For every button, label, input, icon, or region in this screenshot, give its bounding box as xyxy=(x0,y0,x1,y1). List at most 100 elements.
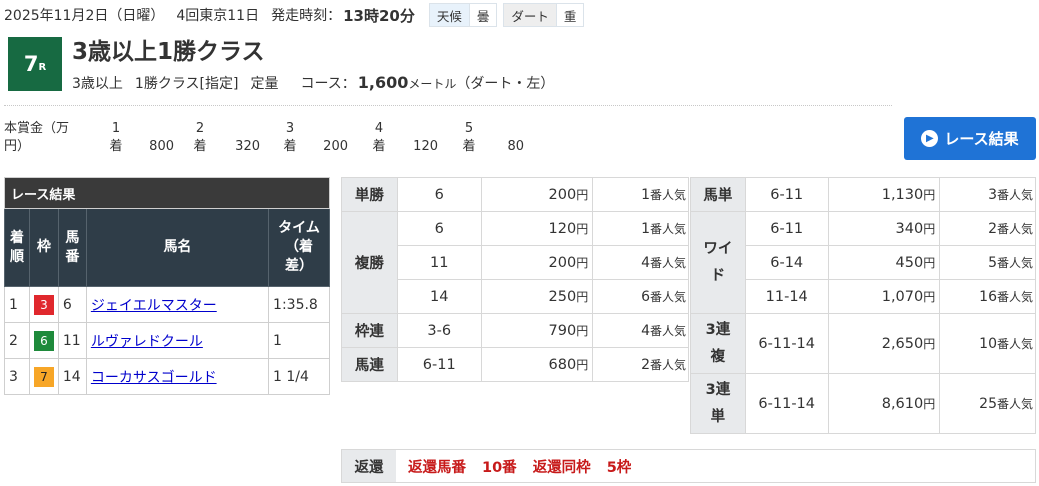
combination: 6-14 xyxy=(744,245,829,280)
payout: 790円 xyxy=(480,313,594,348)
prize-place-4: 4着 xyxy=(372,121,386,154)
results-caption: レース結果 xyxy=(4,177,330,209)
divider xyxy=(4,105,892,106)
payout: 200円 xyxy=(480,245,594,280)
waku-badge: 7 xyxy=(33,366,54,387)
margin: 1 xyxy=(268,322,330,359)
prize-amount-5: 80 xyxy=(507,139,524,154)
finish-time: 1:35.8 xyxy=(268,286,330,323)
combination: 6-11-14 xyxy=(744,373,829,434)
popularity: 3番人気 xyxy=(939,177,1036,212)
prize-amount-2: 320 xyxy=(235,139,260,154)
distance-unit: メートル xyxy=(408,77,457,91)
popularity: 6番人気 xyxy=(592,279,689,314)
prize-place-5: 5着 xyxy=(462,121,476,154)
col-horse-name: 馬名 xyxy=(85,208,270,287)
prize-place-2: 2着 xyxy=(193,121,207,154)
combination: 6-11 xyxy=(744,177,829,212)
race-class: 1勝クラス[指定] xyxy=(134,76,239,92)
refund-horse-value: 10番 xyxy=(482,459,517,476)
refund-horse-label: 返還馬番 xyxy=(408,459,466,476)
prize-place-3: 3着 xyxy=(283,121,297,154)
payout: 680円 xyxy=(480,347,594,382)
race-number-suffix: R xyxy=(38,62,47,73)
combination: 11-14 xyxy=(744,279,829,314)
post-time: 13時20分 xyxy=(343,6,415,25)
refund-label: 返還 xyxy=(342,450,396,482)
combination: 6 xyxy=(396,211,482,246)
prize-label-line2: 円） xyxy=(4,139,31,154)
race-date: 2025年11月2日（日曜） xyxy=(4,8,165,24)
horse-name-link[interactable]: コーカサスゴールド xyxy=(91,370,217,386)
race-number: 7 xyxy=(23,52,39,76)
race-number-badge: 7 R xyxy=(8,37,62,91)
course-label: コース： xyxy=(300,76,356,92)
payout: 450円 xyxy=(827,245,941,280)
weather-value: 曇 xyxy=(468,4,497,26)
chevron-right-icon: ▶ xyxy=(921,130,939,147)
popularity: 1番人気 xyxy=(592,177,689,212)
refund-row: 返還 返還馬番 10番 返還同枠 5枠 xyxy=(341,449,1036,483)
track-condition: 重 xyxy=(555,4,584,26)
bet-type-tansho: 単勝 xyxy=(341,177,398,212)
refund-info: 返還馬番 10番 返還同枠 5枠 xyxy=(396,450,631,482)
race-title: 3歳以上1勝クラス xyxy=(72,39,265,65)
horse-name-link[interactable]: ルヴァレドクール xyxy=(91,334,203,350)
payout-row-sanrentan: 3連単 6-11-14 8,610円 25番人気 xyxy=(690,373,1036,434)
payout-row-wide: ワイド 6-11 340円 2番人気 xyxy=(690,211,1036,314)
race-results-table: レース結果 着順 枠 馬番 馬名 タイム （着 差） 1 3 6 ジェイエルマスター… xyxy=(4,177,330,395)
payout: 250円 xyxy=(480,279,594,314)
track-label: ダート xyxy=(504,4,556,26)
race-result-button[interactable]: ▶ レース結果 xyxy=(904,117,1036,160)
col-waku: 枠 xyxy=(28,208,59,287)
bet-type-sanrentan: 3連単 xyxy=(690,373,746,434)
race-info-line: 2025年11月2日（日曜） 4回東京11日 発走時刻： 13時20分 天候 曇… xyxy=(4,3,585,27)
payout: 8,610円 xyxy=(827,373,941,434)
combination: 11 xyxy=(396,245,482,280)
results-header-row: 着順 枠 馬番 馬名 タイム （着 差） xyxy=(4,208,330,287)
payout-row-umatan: 馬単 6-11 1,130円 3番人気 xyxy=(690,177,1036,212)
payouts-table-left: 単勝 6 200円 1番人気 複勝 6 120円 1番人気 11 200円 4番… xyxy=(341,177,689,382)
race-surface: （ダート・左） xyxy=(456,76,555,92)
popularity: 4番人気 xyxy=(592,245,689,280)
race-distance: 1,600 xyxy=(357,73,409,92)
popularity: 2番人気 xyxy=(592,347,689,382)
prize-place-1: 1着 xyxy=(109,121,123,154)
combination: 3-6 xyxy=(396,313,482,348)
waku-badge: 6 xyxy=(33,330,54,351)
meeting-info: 4回東京11日 xyxy=(176,8,260,24)
popularity: 10番人気 xyxy=(939,313,1036,374)
popularity: 16番人気 xyxy=(939,279,1036,314)
track-box: ダート 重 xyxy=(503,3,585,27)
weather-box: 天候 曇 xyxy=(428,3,498,27)
horse-name-link[interactable]: ジェイエルマスター xyxy=(91,298,217,314)
col-time: タイム （着 差） xyxy=(268,208,330,287)
payout: 1,130円 xyxy=(827,177,941,212)
payouts-table-right: 馬単 6-11 1,130円 3番人気 ワイド 6-11 340円 2番人気 6… xyxy=(690,177,1036,434)
prize-amount-3: 200 xyxy=(323,139,348,154)
combination: 14 xyxy=(396,279,482,314)
payout: 1,070円 xyxy=(827,279,941,314)
combination: 6-11-14 xyxy=(744,313,829,374)
payout: 120円 xyxy=(480,211,594,246)
place: 2 xyxy=(4,322,30,359)
bet-type-wakuren: 枠連 xyxy=(341,313,398,348)
col-place: 着順 xyxy=(4,208,30,287)
payout-row-umaren: 馬連 6-11 680円 2番人気 xyxy=(341,347,689,382)
place: 1 xyxy=(4,286,30,323)
prize-amount-1: 800 xyxy=(149,139,174,154)
prize-label: 本賞金（万 円） xyxy=(4,120,84,156)
race-weight-rule: 定量 xyxy=(250,76,279,92)
popularity: 25番人気 xyxy=(939,373,1036,434)
table-row: 3 7 14 コーカサスゴールド 1 1/4 xyxy=(4,358,330,395)
payout: 200円 xyxy=(480,177,594,212)
race-age: 3歳以上 xyxy=(72,76,123,92)
prize-label-line1: 本賞金（万 xyxy=(4,121,70,136)
combination: 6-11 xyxy=(744,211,829,246)
bet-type-wide: ワイド xyxy=(690,211,746,314)
umaban: 6 xyxy=(57,286,87,323)
refund-frame-value: 5枠 xyxy=(606,459,632,476)
payout-row-wakuren: 枠連 3-6 790円 4番人気 xyxy=(341,313,689,348)
popularity: 2番人気 xyxy=(939,211,1036,246)
payout: 340円 xyxy=(827,211,941,246)
